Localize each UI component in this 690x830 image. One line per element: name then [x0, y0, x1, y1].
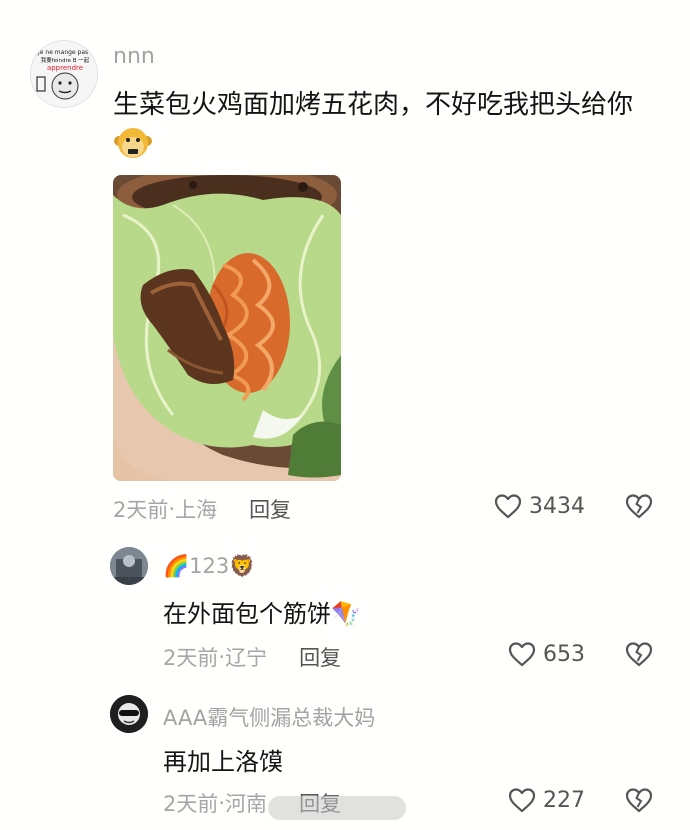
broken-heart-icon	[625, 494, 653, 519]
svg-text:apprendre: apprendre	[47, 64, 83, 72]
comment-username[interactable]: AAA霸气侧漏总裁大妈	[163, 702, 375, 732]
user-avatar[interactable]	[110, 695, 148, 733]
like-count: 227	[543, 787, 585, 813]
avatar-image	[110, 547, 148, 585]
monkey-emoji-icon	[113, 126, 153, 166]
comment-text: 生菜包火鸡面加烤五花肉，不好吃我把头给你	[113, 90, 634, 120]
dislike-button[interactable]	[624, 492, 654, 524]
comment-photo[interactable]	[113, 175, 341, 481]
like-button[interactable]: 3434	[493, 492, 585, 520]
reply-button[interactable]: 回复	[249, 494, 291, 524]
comment-meta: 2天前 · 辽宁 回复	[163, 642, 341, 672]
broken-heart-icon	[625, 788, 653, 813]
like-button[interactable]: 227	[507, 786, 585, 814]
reply-button[interactable]: 回复	[299, 642, 341, 672]
meta-separator: ·	[218, 645, 226, 669]
meta-separator: ·	[218, 791, 226, 815]
comment-location: 河南	[225, 792, 268, 816]
dislike-button[interactable]	[624, 640, 654, 672]
comment-text: 在外面包个筋饼🪁	[163, 600, 361, 628]
meme-avatar-image: Je ne mange pas , 我要feindre B 一起 apprend…	[31, 41, 97, 107]
comment-time: 2天前	[113, 498, 169, 522]
user-avatar[interactable]: Je ne mange pas , 我要feindre B 一起 apprend…	[30, 40, 98, 108]
meta-separator: ·	[168, 497, 176, 521]
comment-text: 再加上洛馍	[163, 748, 283, 776]
watermark-overlay	[268, 796, 406, 820]
comment-item: Je ne mange pas , 我要feindre B 一起 apprend…	[0, 0, 690, 540]
svg-text:我要feindre B 一起: 我要feindre B 一起	[41, 56, 90, 64]
user-avatar[interactable]	[110, 547, 148, 585]
comment-username[interactable]: 🌈123🦁	[163, 554, 255, 579]
like-count: 653	[543, 641, 585, 667]
dislike-button[interactable]	[624, 786, 654, 818]
comment-meta: 2天前 · 上海 回复	[113, 494, 291, 524]
comment-username[interactable]: nnn	[113, 44, 155, 69]
svg-text:Je ne mange pas ,: Je ne mange pas ,	[37, 49, 92, 56]
heart-icon	[508, 642, 536, 667]
like-button[interactable]: 653	[507, 640, 585, 668]
heart-icon	[494, 494, 522, 519]
comment-time: 2天前	[163, 792, 219, 816]
comment-time: 2天前	[163, 646, 219, 670]
lettuce-wrap-image	[113, 175, 341, 481]
like-count: 3434	[529, 493, 585, 519]
heart-icon	[508, 788, 536, 813]
avatar-image	[110, 695, 148, 733]
comment-location: 辽宁	[225, 646, 268, 670]
broken-heart-icon	[625, 642, 653, 667]
comment-location: 上海	[175, 498, 218, 522]
